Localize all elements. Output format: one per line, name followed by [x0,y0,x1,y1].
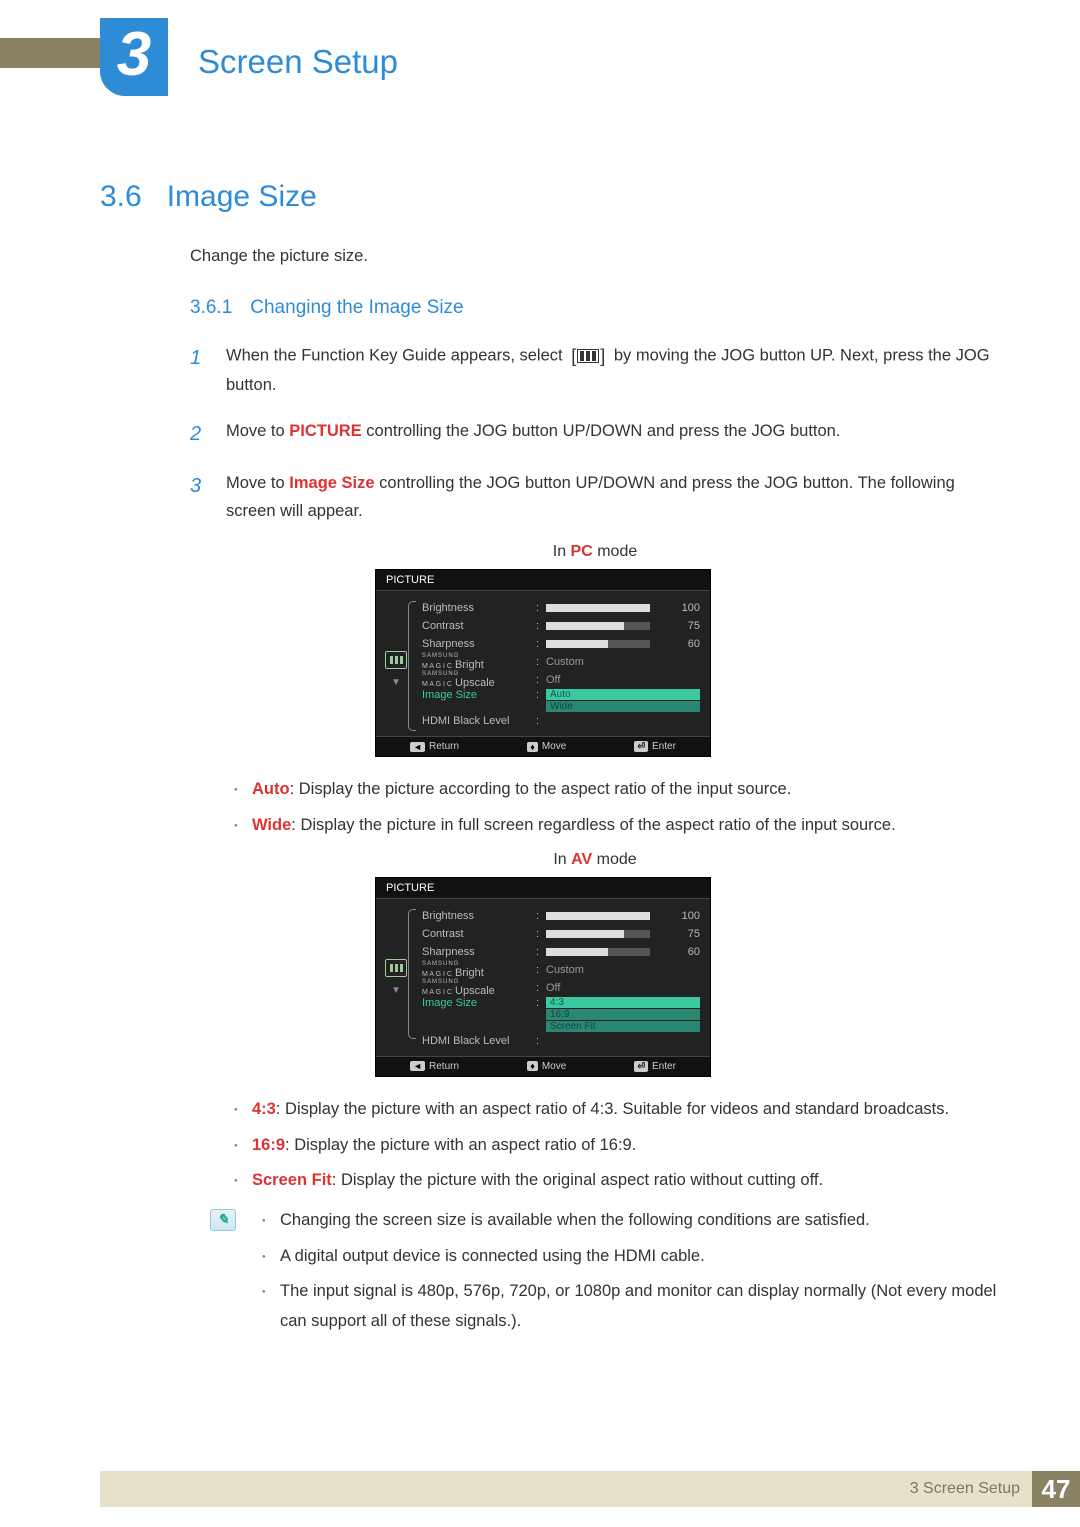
page-number: 47 [1032,1471,1080,1507]
menu-icon: [] [571,341,605,372]
note-list: Changing the screen size is available wh… [258,1206,1000,1343]
section-number: 3.6 [100,180,142,214]
step-3: 3 Move to Image Size controlling the JOG… [190,469,1000,525]
note-block: ✎ Changing the screen size is available … [210,1206,1000,1353]
page-content: 3.6 Image Size Change the picture size. … [100,180,1000,1353]
list-item: Auto: Display the picture according to t… [230,775,1000,805]
osd-active-row: Image Size [422,997,532,1009]
chapter-number: 3 [117,24,151,91]
pc-options-list: Auto: Display the picture according to t… [230,775,1000,840]
osd-title: PICTURE [376,878,710,899]
section-intro: Change the picture size. [190,244,1000,269]
list-item: A digital output device is connected usi… [258,1242,1000,1272]
mode-av-label: In AV mode [190,851,1000,869]
osd-footer: ◄Return ♦Move ⏎Enter [376,1056,710,1076]
subsection-number: 3.6.1 [190,297,232,319]
section-heading: 3.6 Image Size [100,180,1000,214]
subsection-title: Changing the Image Size [250,297,463,319]
step-1: 1 When the Function Key Guide appears, s… [190,341,1000,400]
step-number: 3 [190,469,208,525]
osd-screenshot-av: PICTURE ▼ Brightness:100 Contrast:75 Sha… [375,877,711,1077]
list-item: Screen Fit: Display the picture with the… [230,1166,1000,1196]
step-text: When the Function Key Guide appears, sel… [226,341,1000,400]
list-item: Changing the screen size is available wh… [258,1206,1000,1236]
osd-screenshot-pc: PICTURE ▼ Brightness:100 Contrast:75 Sha… [375,569,711,757]
list-item: 16:9: Display the picture with an aspect… [230,1131,1000,1161]
subsection-heading: 3.6.1 Changing the Image Size [190,297,1000,319]
chevron-down-icon: ▼ [391,985,401,996]
mode-pc-label: In PC mode [190,543,1000,561]
chapter-number-box: 3 [100,18,168,96]
page-footer: 3 Screen Setup 47 [100,1471,1080,1507]
steps-list: 1 When the Function Key Guide appears, s… [190,341,1000,526]
osd-active-row: Image Size [422,689,532,701]
chapter-title: Screen Setup [198,43,398,81]
section-title: Image Size [167,180,317,214]
chevron-down-icon: ▼ [391,677,401,688]
osd-footer: ◄Return ♦Move ⏎Enter [376,736,710,756]
list-item: The input signal is 480p, 576p, 720p, or… [258,1277,1000,1336]
list-item: Wide: Display the picture in full screen… [230,811,1000,841]
note-icon: ✎ [210,1209,236,1231]
picture-icon [385,651,407,669]
list-item: 4:3: Display the picture with an aspect … [230,1095,1000,1125]
footer-breadcrumb: 3 Screen Setup [910,1480,1020,1498]
step-text: Move to Image Size controlling the JOG b… [226,469,1000,525]
picture-icon [385,959,407,977]
osd-title: PICTURE [376,570,710,591]
step-number: 2 [190,417,208,451]
step-number: 1 [190,341,208,400]
av-options-list: 4:3: Display the picture with an aspect … [230,1095,1000,1196]
step-text: Move to PICTURE controlling the JOG butt… [226,417,840,451]
step-2: 2 Move to PICTURE controlling the JOG bu… [190,417,1000,451]
